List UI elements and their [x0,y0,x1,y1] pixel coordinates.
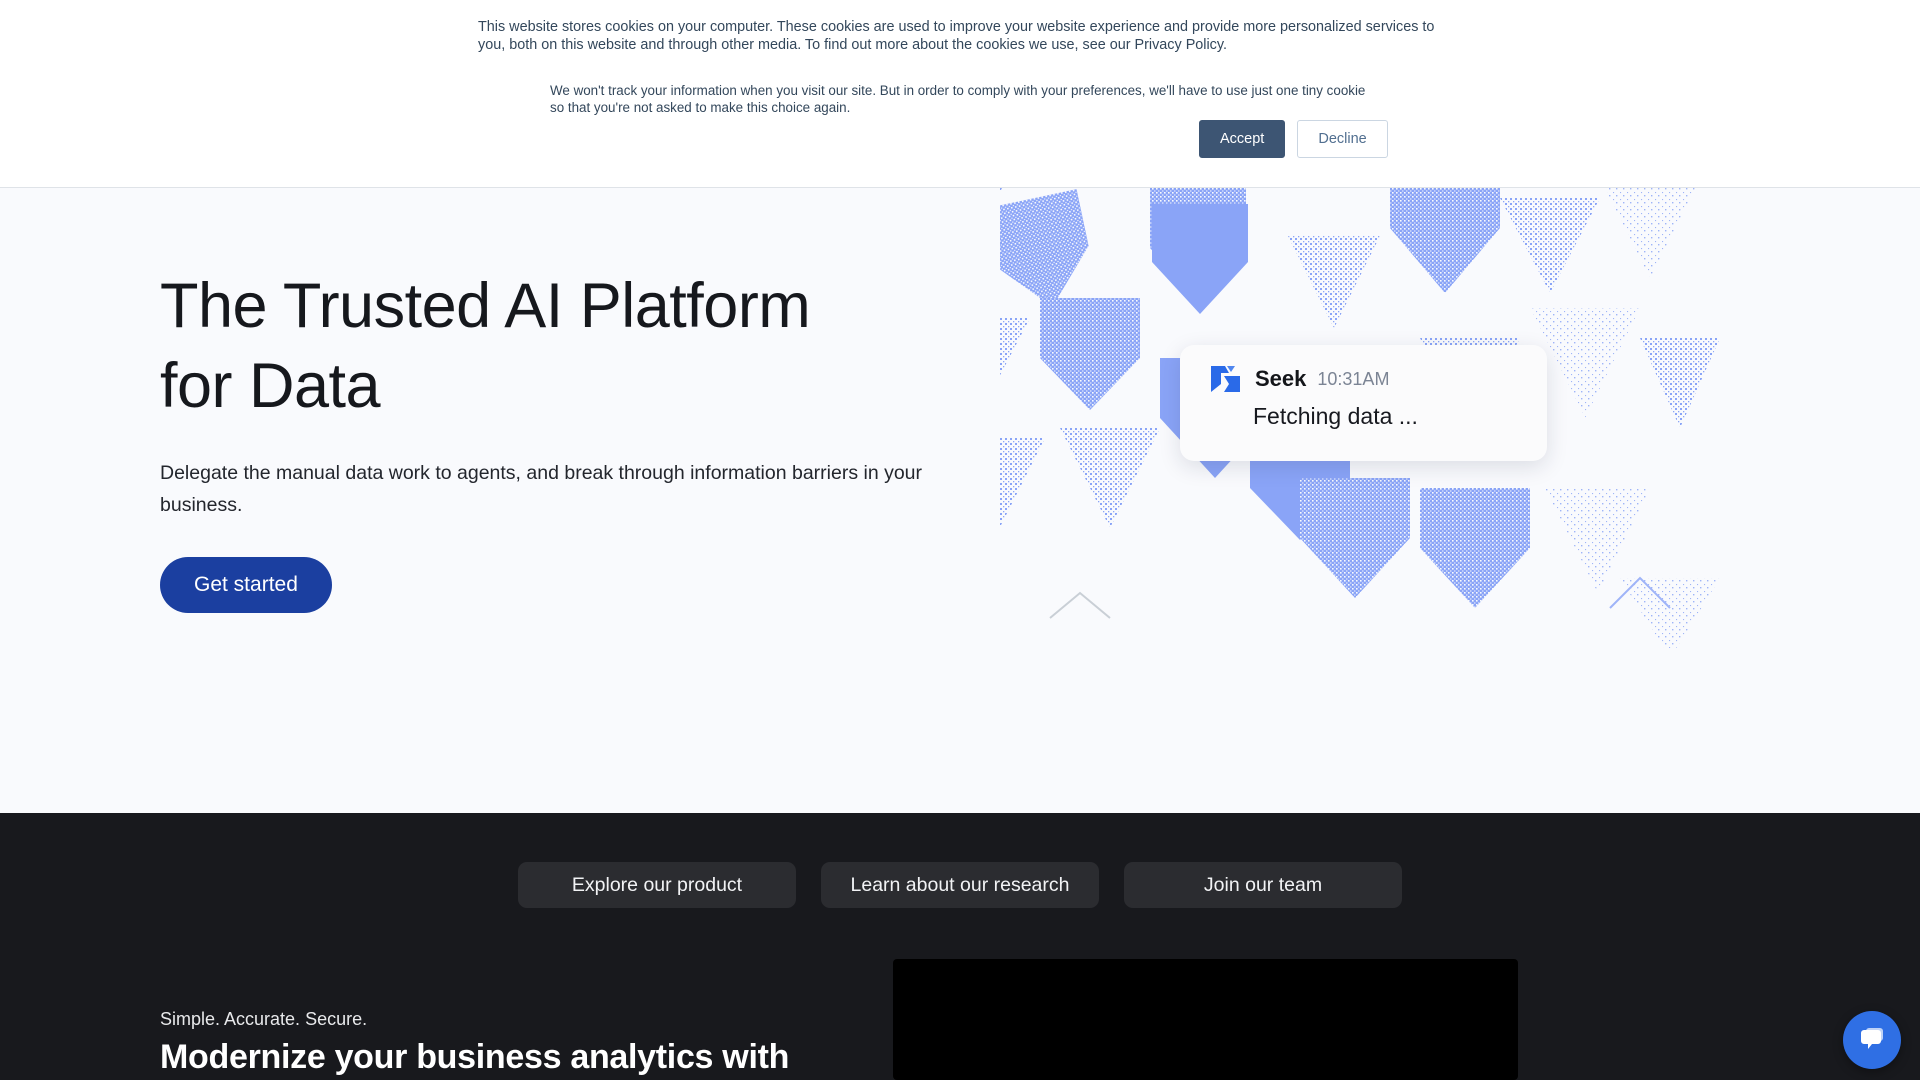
seek-notification-header: Seek 10:31AM [1210,364,1389,394]
seek-logo-icon [1210,364,1244,394]
hero-subtitle: Delegate the manual data work to agents,… [160,462,923,516]
explore-our-product-button[interactable]: Explore our product [518,862,796,908]
hero-title-line-2: for Data [160,351,381,421]
decline-cookies-button[interactable]: Decline [1297,120,1388,158]
join-our-team-button[interactable]: Join our team [1124,862,1402,908]
quick-links-row: Explore our product Learn about our rese… [0,862,1920,908]
hero-title-line-1: The Trusted AI Platform [160,271,811,341]
seek-message-text: Fetching data ... [1253,403,1418,429]
seek-timestamp: 10:31AM [1317,368,1390,389]
hero-section: Seek 10:31AM Fetching data ... The Trust… [0,188,1920,813]
get-started-button[interactable]: Get started [160,557,332,614]
cookie-consent-banner: This website stores cookies on your comp… [0,0,1920,188]
cookie-main-text: This website stores cookies on your comp… [478,19,1435,53]
product-video-placeholder[interactable] [893,959,1518,1080]
learn-about-our-research-button[interactable]: Learn about our research [821,862,1099,908]
accept-cookies-button[interactable]: Accept [1199,120,1286,158]
cookie-banner-body: This website stores cookies on your comp… [478,18,1448,116]
seek-notification-card: Seek 10:31AM Fetching data ... [1180,345,1547,461]
page-title: The Trusted AI Platform for Data [160,266,950,426]
seek-app-name: Seek [1255,366,1307,391]
cookie-banner-actions: Accept Decline [1199,120,1388,158]
chat-bubbles-icon [1856,1023,1888,1058]
chat-widget-button[interactable] [1843,1011,1901,1069]
section-eyebrow: Simple. Accurate. Secure. [160,1009,368,1029]
section-heading: Modernize your business analytics with [160,1038,790,1076]
hero-copy: The Trusted AI Platform for Data Delegat… [160,266,950,614]
cookie-sub-text: We won't track your information when you… [550,83,1366,115]
